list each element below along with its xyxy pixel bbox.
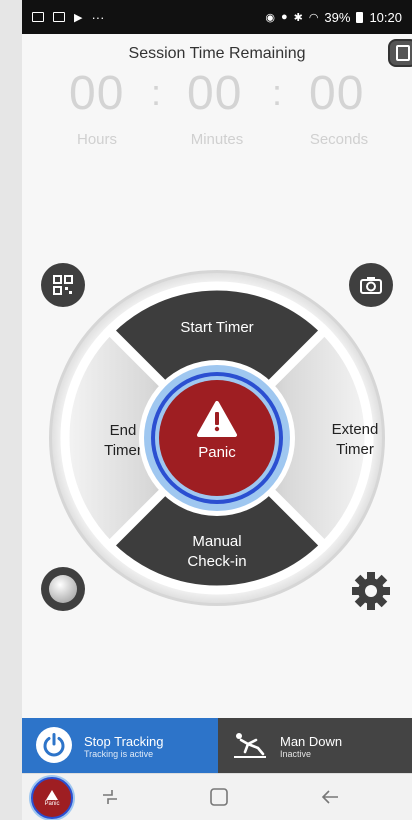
hours-label: Hours — [76, 131, 117, 148]
battery-icon — [356, 11, 364, 23]
bluetooth-icon: ✱ — [293, 11, 303, 24]
phone-frame: ▶ ··· ◉ ● ✱ ◠ 39% 10:20 Session Time Rem… — [0, 0, 412, 820]
minutes-value: 00 — [187, 67, 243, 120]
tracking-title: Stop Tracking — [84, 734, 164, 749]
tracking-subtitle: Tracking is active — [84, 749, 154, 759]
power-icon — [36, 727, 72, 763]
recent-apps-icon[interactable] — [100, 788, 120, 806]
manual-checkin-label-2: Check-in — [187, 553, 246, 570]
navigation-bar: Panic — [22, 773, 412, 820]
home-icon[interactable] — [210, 788, 228, 806]
more-notifications-icon: ··· — [91, 9, 105, 25]
facebook-icon — [53, 12, 65, 22]
minutes-label: Minutes — [190, 131, 244, 148]
wifi-icon: ◠ — [308, 11, 319, 24]
man-down-button[interactable]: Man Down Inactive — [218, 718, 412, 773]
end-timer-label-2: Timer — [104, 442, 142, 459]
location-icon: ● — [280, 11, 288, 23]
hours-value: 00 — [69, 67, 125, 120]
seconds-value: 00 — [309, 67, 365, 120]
clock: 10:20 — [369, 9, 402, 25]
manual-checkin-label-1: Manual — [192, 533, 241, 550]
seconds-label: Seconds — [309, 131, 369, 148]
start-timer-label: Start Timer — [180, 319, 253, 336]
panic-button[interactable]: Panic — [139, 360, 295, 516]
session-title: Session Time Remaining — [128, 45, 306, 62]
back-icon[interactable] — [320, 788, 340, 806]
alarm-icon: ◉ — [265, 11, 275, 24]
app-screen: ▶ ··· ◉ ● ✱ ◠ 39% 10:20 Session Time Rem… — [22, 0, 412, 820]
separator-2: : — [272, 72, 283, 113]
control-wheel: Start Timer End Timer Extend Timer Manua… — [49, 270, 385, 606]
extend-timer-label-2: Timer — [336, 441, 374, 458]
man-down-title: Man Down — [280, 734, 343, 749]
mini-panic-label: Panic — [44, 800, 60, 807]
battery-percent: 39% — [324, 9, 351, 25]
status-bar: ▶ ··· ◉ ● ✱ ◠ 39% 10:20 — [22, 0, 412, 34]
separator-1: : — [151, 72, 162, 113]
warning-icon — [46, 789, 58, 800]
end-timer-label-1: End — [110, 422, 137, 439]
extend-timer-label-1: Extend — [332, 421, 379, 438]
panic-label: Panic — [198, 444, 236, 461]
man-down-icon — [234, 733, 266, 758]
mini-panic-button[interactable]: Panic — [31, 777, 73, 819]
panic-core — [159, 380, 275, 496]
man-down-subtitle: Inactive — [280, 749, 312, 759]
play-store-icon: ▶ — [74, 11, 83, 24]
stop-tracking-button[interactable]: Stop Tracking Tracking is active — [22, 718, 218, 773]
cast-icon — [32, 12, 44, 22]
